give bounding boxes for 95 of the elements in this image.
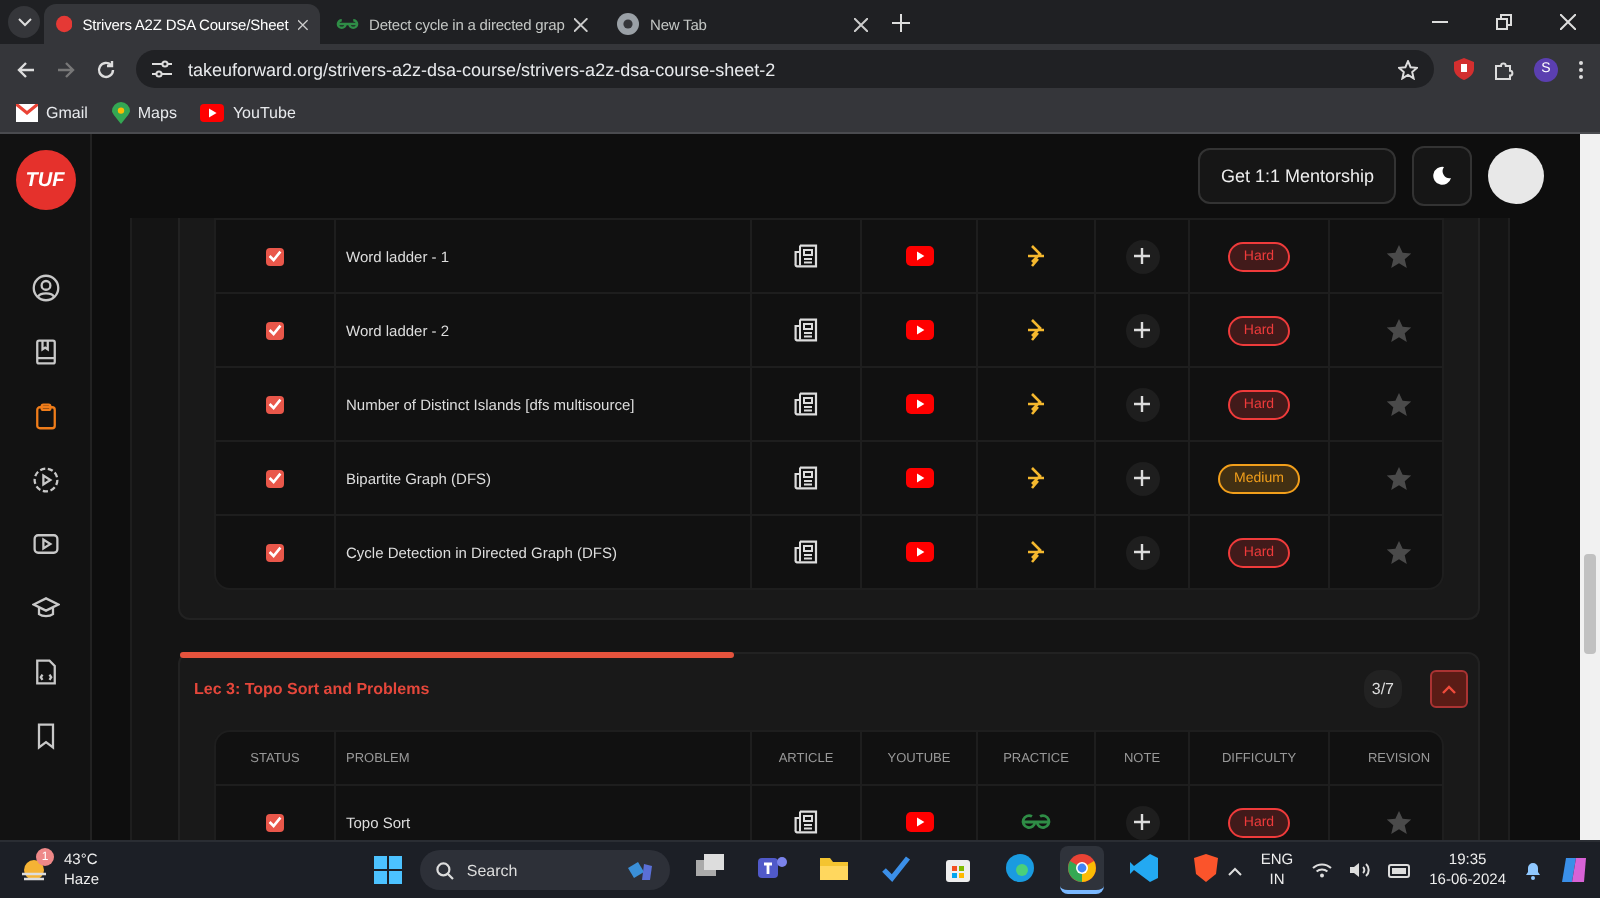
- arrow-icon[interactable]: [1026, 540, 1046, 564]
- arrow-icon[interactable]: [1026, 318, 1046, 342]
- video-play-icon[interactable]: [905, 542, 933, 562]
- close-icon[interactable]: [574, 17, 588, 31]
- checkbox[interactable]: [266, 543, 284, 561]
- plus-icon: [1134, 248, 1150, 264]
- tab-list-button[interactable]: [8, 6, 40, 38]
- map-pin-icon: [111, 102, 130, 124]
- collapse-button[interactable]: [1430, 669, 1468, 707]
- add-note-button[interactable]: [1125, 535, 1159, 569]
- star-icon[interactable]: [1398, 59, 1418, 79]
- checkbox[interactable]: [266, 247, 284, 265]
- plus-icon: [1134, 396, 1150, 412]
- caret-up-icon[interactable]: [1228, 865, 1243, 876]
- star-icon[interactable]: [1386, 465, 1412, 491]
- article-icon[interactable]: [794, 810, 818, 834]
- bookmark-link[interactable]: Maps: [111, 102, 177, 124]
- restore-icon[interactable]: [1496, 14, 1512, 30]
- checkmark-icon[interactable]: [880, 852, 913, 885]
- speaker-icon[interactable]: [1349, 862, 1370, 879]
- back-icon[interactable]: [16, 59, 36, 79]
- mail-icon: [16, 104, 38, 122]
- glasses-icon[interactable]: [1018, 812, 1054, 832]
- mentorship-button[interactable]: Get 1:1 Mentorship: [1198, 148, 1396, 204]
- new-tab-icon[interactable]: [892, 13, 910, 31]
- arrow-icon[interactable]: [1026, 466, 1046, 490]
- checkbox[interactable]: [266, 321, 284, 339]
- article-icon[interactable]: [794, 318, 818, 342]
- star-icon[interactable]: [1386, 391, 1412, 417]
- logo[interactable]: TUF: [15, 150, 75, 210]
- logo-icon: [56, 12, 73, 36]
- user-icon[interactable]: [31, 274, 59, 302]
- article-icon[interactable]: [794, 392, 818, 416]
- search-icon: [436, 861, 455, 880]
- arrow-icon[interactable]: [1026, 244, 1046, 268]
- address-bar[interactable]: takeuforward.org/strivers-a2z-dsa-course/strivers-a2z-dsa-course-sheet-2: [136, 50, 1434, 88]
- star-icon[interactable]: [1386, 809, 1412, 835]
- menu-icon[interactable]: [1578, 59, 1584, 79]
- forward-icon[interactable]: [56, 59, 76, 79]
- video-play-icon[interactable]: [905, 394, 933, 414]
- search-field[interactable]: Search: [420, 850, 671, 891]
- reload-icon[interactable]: [96, 59, 116, 79]
- start-icon[interactable]: [374, 856, 403, 885]
- video-play-icon[interactable]: [905, 320, 933, 340]
- play-icon: [200, 104, 225, 122]
- progress-count: 3/7: [1363, 669, 1402, 707]
- battery-icon[interactable]: [1387, 863, 1412, 878]
- arrow-icon[interactable]: [1026, 392, 1046, 416]
- book-icon[interactable]: [31, 338, 59, 366]
- document-icon[interactable]: [31, 658, 59, 686]
- star-icon[interactable]: [1386, 539, 1412, 565]
- plus-icon: [1134, 814, 1150, 830]
- plus-icon: [1134, 544, 1150, 560]
- graduation-cap-icon[interactable]: [31, 594, 59, 622]
- folder-icon[interactable]: [818, 852, 851, 885]
- scrollbar[interactable]: [1580, 134, 1600, 841]
- puzzle-icon[interactable]: [1494, 59, 1514, 79]
- avatar[interactable]: [1488, 148, 1544, 204]
- caret-down-icon: [17, 17, 31, 27]
- article-icon[interactable]: [794, 540, 818, 564]
- bookmark-link[interactable]: Gmail: [16, 104, 88, 122]
- plus-icon: [1134, 470, 1150, 486]
- wifi-icon[interactable]: [1311, 862, 1332, 879]
- close-icon[interactable]: [1560, 14, 1576, 30]
- caret-up-icon: [1442, 683, 1456, 693]
- moon-icon: [1432, 166, 1452, 186]
- gear-icon[interactable]: [31, 466, 59, 494]
- clipboard-icon[interactable]: [31, 402, 59, 430]
- add-note-button[interactable]: [1125, 805, 1159, 839]
- checkbox[interactable]: [266, 395, 284, 413]
- plus-icon: [1134, 322, 1150, 338]
- checkbox[interactable]: [266, 469, 284, 487]
- close-icon[interactable]: [298, 17, 308, 31]
- section-title[interactable]: Lec 3: Topo Sort and Problems: [194, 679, 1364, 697]
- globe-icon: [616, 12, 640, 36]
- checkbox[interactable]: [266, 813, 284, 831]
- video-play-icon[interactable]: [905, 246, 933, 266]
- video-play-icon[interactable]: [905, 468, 933, 488]
- article-icon[interactable]: [794, 244, 818, 268]
- article-icon[interactable]: [794, 466, 818, 490]
- add-note-button[interactable]: [1125, 239, 1159, 273]
- bell-icon[interactable]: [1524, 860, 1542, 881]
- video-icon[interactable]: [31, 530, 59, 558]
- video-play-icon[interactable]: [905, 812, 933, 832]
- bookmark-link[interactable]: YouTube: [200, 104, 296, 122]
- add-note-button[interactable]: [1125, 461, 1159, 495]
- extension-shield-icon[interactable]: [1454, 58, 1474, 80]
- star-icon[interactable]: [1386, 317, 1412, 343]
- close-icon[interactable]: [854, 17, 868, 31]
- site-info-icon: [152, 60, 172, 78]
- add-note-button[interactable]: [1125, 387, 1159, 421]
- theme-toggle-button[interactable]: [1412, 146, 1472, 206]
- browser-icon[interactable]: [1066, 852, 1099, 885]
- star-icon[interactable]: [1386, 243, 1412, 269]
- add-note-button[interactable]: [1125, 313, 1159, 347]
